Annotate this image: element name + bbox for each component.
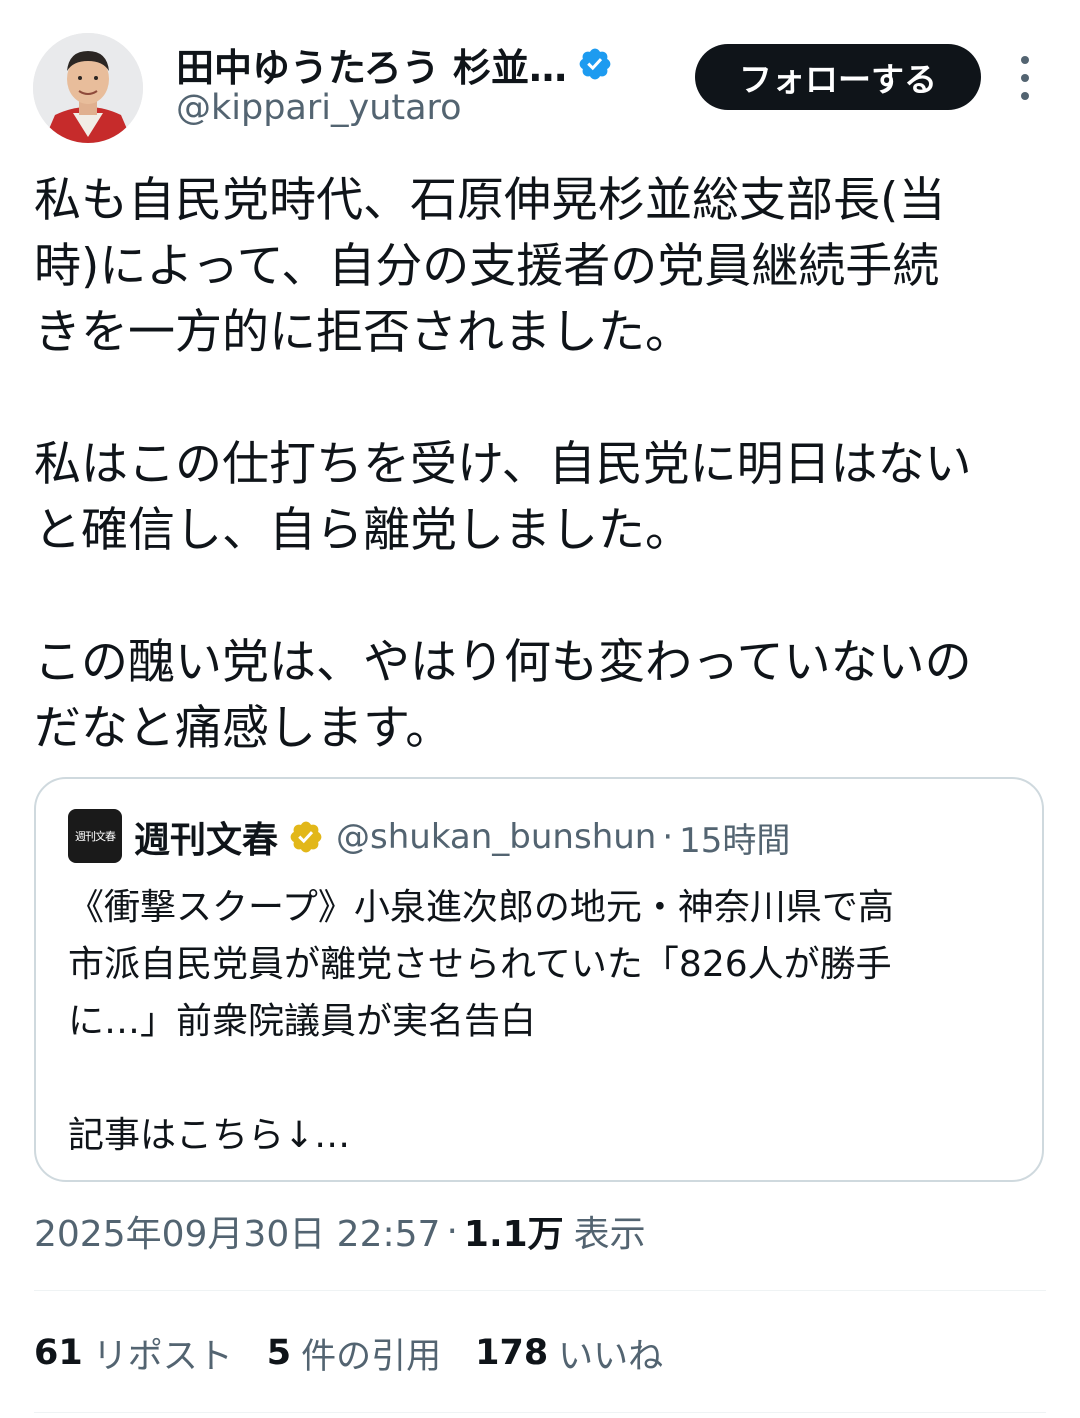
- author-name-row[interactable]: 田中ゆうたろう 杉並…: [176, 36, 613, 92]
- likes-stat[interactable]: 178 いいね: [475, 1328, 663, 1379]
- divider: [34, 1290, 1046, 1291]
- more-dot: [1021, 74, 1029, 82]
- verified-gold-badge-icon: [290, 821, 322, 853]
- quoted-separator: ·: [662, 817, 674, 857]
- more-dot: [1021, 56, 1029, 64]
- quoted-timestamp[interactable]: 15時間: [679, 813, 790, 862]
- author-display-name[interactable]: 田中ゆうたろう 杉並…: [176, 37, 567, 92]
- more-dot: [1021, 92, 1029, 100]
- reposts-stat[interactable]: 61 リポスト: [34, 1328, 233, 1379]
- quotes-label: 件の引用: [301, 1336, 442, 1377]
- follow-button[interactable]: フォローする: [695, 44, 981, 110]
- divider: [34, 1412, 1046, 1413]
- reposts-count: 61: [34, 1333, 83, 1373]
- tweet-timestamp[interactable]: 2025年09月30日 22:57: [34, 1205, 440, 1257]
- quoted-text: 《衝撃スクープ》小泉進次郎の地元・神奈川県で高 市派自民党員が離党させられていた…: [68, 887, 894, 1156]
- likes-label: いいね: [558, 1336, 664, 1377]
- views-label: 表示: [573, 1214, 646, 1255]
- likes-count: 178: [475, 1333, 549, 1373]
- quoted-header: 週刊文春 @shukan_bunshun · 15時間: [134, 809, 790, 865]
- quoted-tweet-card[interactable]: 週刊文春 週刊文春 @shukan_bunshun · 15時間 《衝撃スクープ…: [34, 777, 1044, 1182]
- quoted-avatar-logo[interactable]: 週刊文春: [68, 809, 122, 863]
- quotes-count: 5: [266, 1333, 292, 1373]
- more-options-icon[interactable]: [1008, 56, 1042, 100]
- quotes-stat[interactable]: 5 件の引用: [267, 1328, 441, 1379]
- quoted-author-name[interactable]: 週刊文春: [134, 811, 278, 863]
- engagement-stats: 61 リポスト 5 件の引用 178 いいね: [34, 1325, 697, 1381]
- views-count: 1.1万: [463, 1214, 564, 1255]
- verified-badge-icon: [579, 48, 611, 80]
- tweet-text: 私も自民党時代、石原伸晃杉並総支部長(当 時)によって、自分の支援者の党員継続手…: [34, 173, 972, 756]
- meta-separator: ·: [446, 1210, 458, 1252]
- avatar-image: [33, 33, 143, 143]
- tweet-meta: 2025年09月30日 22:57 · 1.1万 表示: [34, 1203, 646, 1259]
- avatar[interactable]: [33, 33, 143, 143]
- author-handle[interactable]: @kippari_yutaro: [176, 88, 462, 128]
- quoted-author-handle[interactable]: @shukan_bunshun: [336, 817, 656, 857]
- reposts-label: リポスト: [92, 1336, 233, 1377]
